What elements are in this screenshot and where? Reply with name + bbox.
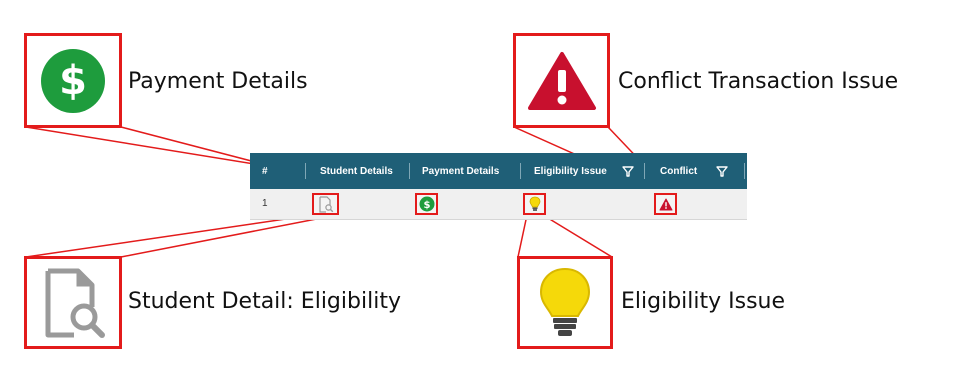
dollar-circle-icon: $ xyxy=(419,196,434,212)
svg-text:$: $ xyxy=(423,200,430,211)
eligibility-issue-callout xyxy=(517,256,613,349)
conflict-issue-label: Conflict Transaction Issue xyxy=(618,69,899,94)
student-detail-label: Student Detail: Eligibility xyxy=(128,289,401,314)
filter-icon[interactable] xyxy=(622,165,634,177)
document-search-icon xyxy=(45,268,105,338)
grid-header: # Student Details Payment Details Eligib… xyxy=(250,153,747,189)
eligibility-issue-cell-button[interactable] xyxy=(523,193,546,215)
lightbulb-icon xyxy=(529,196,540,211)
lightbulb-icon xyxy=(539,267,591,336)
payment-details-label: Payment Details xyxy=(128,69,308,94)
warning-triangle-icon xyxy=(659,198,672,210)
student-detail-callout xyxy=(24,256,122,349)
eligibility-issue-label: Eligibility Issue xyxy=(621,289,786,314)
payment-details-cell-button[interactable]: $ xyxy=(415,193,438,215)
student-grid: # Student Details Payment Details Eligib… xyxy=(250,153,747,220)
conflict-issue-callout xyxy=(513,33,610,128)
payment-details-callout: $ xyxy=(24,33,122,128)
column-header-student-details[interactable]: Student Details xyxy=(320,153,393,189)
student-details-cell-button[interactable] xyxy=(312,193,339,215)
column-header-payment-details[interactable]: Payment Details xyxy=(422,153,499,189)
column-header-index[interactable]: # xyxy=(262,153,268,189)
warning-triangle-icon xyxy=(527,51,596,110)
filter-icon[interactable] xyxy=(716,165,728,177)
document-search-icon xyxy=(318,195,333,213)
svg-text:$: $ xyxy=(59,58,87,104)
table-row: 1 $ xyxy=(250,189,747,220)
dollar-circle-icon: $ xyxy=(41,48,105,113)
column-header-conflict[interactable]: Conflict xyxy=(660,153,697,189)
column-header-eligibility-issue[interactable]: Eligibility Issue xyxy=(534,153,607,189)
row-index: 1 xyxy=(262,198,268,209)
conflict-issue-cell-button[interactable] xyxy=(654,193,677,215)
